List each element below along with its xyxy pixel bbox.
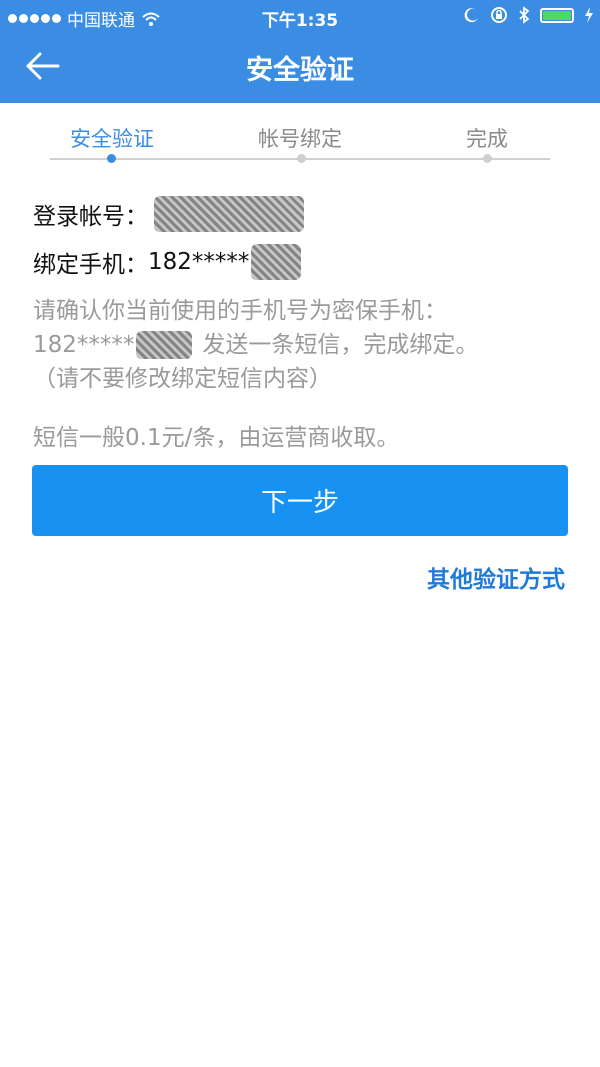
masked-description-digits bbox=[136, 331, 193, 359]
phone-label: 绑定手机： bbox=[33, 252, 148, 278]
description-phone: 182***** bbox=[33, 332, 135, 358]
next-step-button[interactable]: 下一步 bbox=[32, 465, 568, 536]
fee-note: 短信一般0.1元/条，由运营商收取。 bbox=[33, 425, 400, 451]
other-verification-link[interactable]: 其他验证方式 bbox=[427, 560, 565, 594]
masked-phone-digits bbox=[251, 244, 302, 280]
step-1-label: 安全验证 bbox=[70, 127, 154, 151]
step-1-dot bbox=[107, 154, 116, 163]
phone-value: 182***** bbox=[148, 249, 250, 275]
description: 请确认你当前使用的手机号为密保手机： 182***** 发送一条短信，完成绑定。… bbox=[33, 294, 573, 396]
account-row: 登录帐号： bbox=[33, 196, 304, 232]
description-line-1: 请确认你当前使用的手机号为密保手机： bbox=[33, 298, 447, 324]
step-indicator: 安全验证 帐号绑定 完成 bbox=[0, 103, 600, 183]
moon-icon bbox=[464, 8, 478, 23]
page-title: 安全验证 bbox=[246, 55, 354, 86]
step-2-label: 帐号绑定 bbox=[258, 127, 342, 151]
bluetooth-icon bbox=[519, 6, 530, 24]
status-right bbox=[464, 6, 594, 24]
account-label: 登录帐号： bbox=[33, 204, 148, 230]
rotation-lock-icon bbox=[491, 7, 507, 23]
header-bar: 中国联通 下午1:35 安全验证 bbox=[0, 0, 600, 103]
phone-row: 绑定手机： 182***** bbox=[33, 244, 302, 280]
description-line-2: 182***** 发送一条短信，完成绑定。 bbox=[33, 328, 573, 362]
description-action: 发送一条短信，完成绑定。 bbox=[202, 332, 479, 358]
step-3-label: 完成 bbox=[466, 127, 508, 151]
battery-icon bbox=[540, 7, 574, 23]
charging-icon bbox=[585, 7, 593, 23]
step-2-dot bbox=[297, 154, 306, 163]
status-bar: 中国联通 下午1:35 bbox=[0, 0, 600, 34]
step-3-dot bbox=[483, 154, 492, 163]
masked-account bbox=[154, 196, 304, 232]
description-line-3: （请不要修改绑定短信内容） bbox=[33, 366, 332, 392]
